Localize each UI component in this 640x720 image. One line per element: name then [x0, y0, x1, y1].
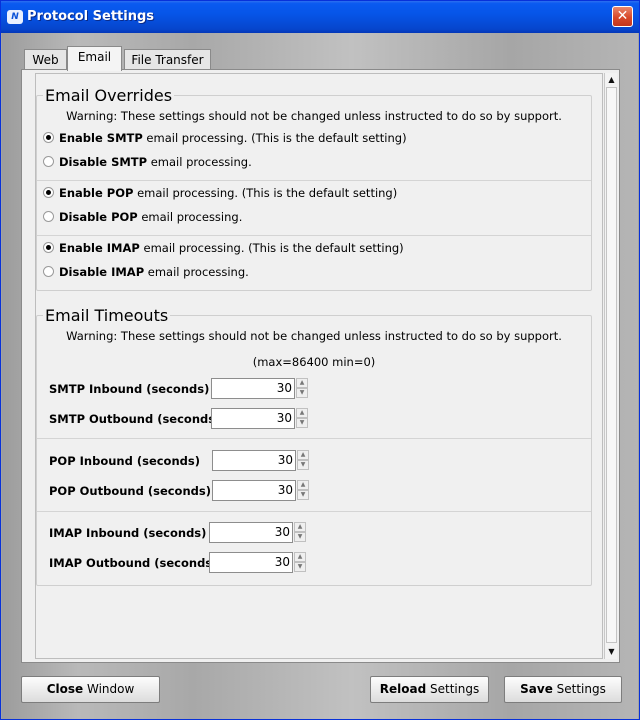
- spin-down-icon[interactable]: ▼: [297, 460, 309, 470]
- app-icon: N: [7, 10, 23, 24]
- radio-unselected-icon[interactable]: [43, 156, 54, 167]
- spin-down-icon[interactable]: ▼: [297, 490, 309, 500]
- scrollbar-thumb[interactable]: [606, 87, 617, 643]
- divider: [37, 235, 591, 236]
- tab-file-transfer[interactable]: File Transfer: [124, 49, 211, 71]
- email-overrides-group: Email Overrides Warning: These settings …: [36, 86, 592, 291]
- spin-up-icon[interactable]: ▲: [296, 408, 308, 418]
- save-settings-button[interactable]: Save Settings: [504, 676, 622, 703]
- reload-settings-button[interactable]: Reload Settings: [370, 676, 489, 703]
- imap-inbound-label: IMAP Inbound (seconds): [49, 526, 207, 540]
- close-window-icon[interactable]: ✕: [612, 6, 633, 27]
- overrides-warning: Warning: These settings should not be ch…: [66, 109, 562, 123]
- radio-selected-icon[interactable]: [43, 242, 54, 253]
- spin-up-icon[interactable]: ▲: [294, 552, 306, 562]
- window-title: Protocol Settings: [27, 9, 154, 24]
- radio-selected-icon[interactable]: [43, 132, 54, 143]
- enable-pop-radio[interactable]: Enable POP email processing. (This is th…: [43, 186, 397, 200]
- email-timeouts-group: Email Timeouts Warning: These settings s…: [36, 306, 592, 586]
- radio-unselected-icon[interactable]: [43, 266, 54, 277]
- close-window-button[interactable]: Close Window: [21, 676, 160, 703]
- timeout-range-note: (max=86400 min=0): [252, 355, 376, 369]
- email-tab-panel: Email Overrides Warning: These settings …: [21, 69, 620, 663]
- scroll-down-icon[interactable]: ▼: [605, 645, 618, 658]
- radio-unselected-icon[interactable]: [43, 211, 54, 222]
- title-bar[interactable]: N Protocol Settings ✕: [1, 1, 639, 33]
- smtp-outbound-label: SMTP Outbound (seconds): [49, 412, 221, 426]
- radio-selected-icon[interactable]: [43, 187, 54, 198]
- divider: [37, 511, 591, 512]
- disable-imap-radio[interactable]: Disable IMAP email processing.: [43, 265, 249, 279]
- email-overrides-title: Email Overrides: [43, 86, 175, 105]
- tab-email[interactable]: Email: [67, 46, 122, 71]
- spin-up-icon[interactable]: ▲: [296, 378, 308, 388]
- pop-outbound-input[interactable]: 30: [212, 480, 296, 501]
- tab-web[interactable]: Web: [24, 49, 67, 71]
- imap-inbound-input[interactable]: 30: [209, 522, 293, 543]
- disable-smtp-radio[interactable]: Disable SMTP email processing.: [43, 155, 252, 169]
- spin-down-icon[interactable]: ▼: [296, 418, 308, 428]
- disable-pop-radio[interactable]: Disable POP email processing.: [43, 210, 242, 224]
- spin-down-icon[interactable]: ▼: [294, 562, 306, 572]
- spin-up-icon[interactable]: ▲: [297, 480, 309, 490]
- spin-down-icon[interactable]: ▼: [294, 532, 306, 542]
- spin-up-icon[interactable]: ▲: [297, 450, 309, 460]
- settings-scroll-area: Email Overrides Warning: These settings …: [35, 73, 603, 659]
- pop-inbound-label: POP Inbound (seconds): [49, 454, 200, 468]
- enable-smtp-radio[interactable]: Enable SMTP email processing. (This is t…: [43, 131, 407, 145]
- scroll-up-icon[interactable]: ▲: [605, 73, 618, 86]
- smtp-inbound-label: SMTP Inbound (seconds): [49, 382, 210, 396]
- spin-down-icon[interactable]: ▼: [296, 388, 308, 398]
- email-timeouts-title: Email Timeouts: [43, 306, 171, 325]
- pop-outbound-label: POP Outbound (seconds): [49, 484, 211, 498]
- spin-up-icon[interactable]: ▲: [294, 522, 306, 532]
- vertical-scrollbar[interactable]: ▲ ▼: [604, 73, 617, 659]
- divider: [37, 180, 591, 181]
- protocol-settings-window: N Protocol Settings ✕ Web Email File Tra…: [0, 0, 640, 720]
- smtp-inbound-input[interactable]: 30: [211, 378, 295, 399]
- timeouts-warning: Warning: These settings should not be ch…: [66, 329, 562, 343]
- imap-outbound-input[interactable]: 30: [209, 552, 293, 573]
- window-client-area: Web Email File Transfer Email Overrides …: [2, 33, 638, 719]
- enable-imap-radio[interactable]: Enable IMAP email processing. (This is t…: [43, 241, 404, 255]
- smtp-outbound-input[interactable]: 30: [211, 408, 295, 429]
- pop-inbound-input[interactable]: 30: [212, 450, 296, 471]
- divider: [37, 438, 591, 439]
- imap-outbound-label: IMAP Outbound (seconds): [49, 556, 218, 570]
